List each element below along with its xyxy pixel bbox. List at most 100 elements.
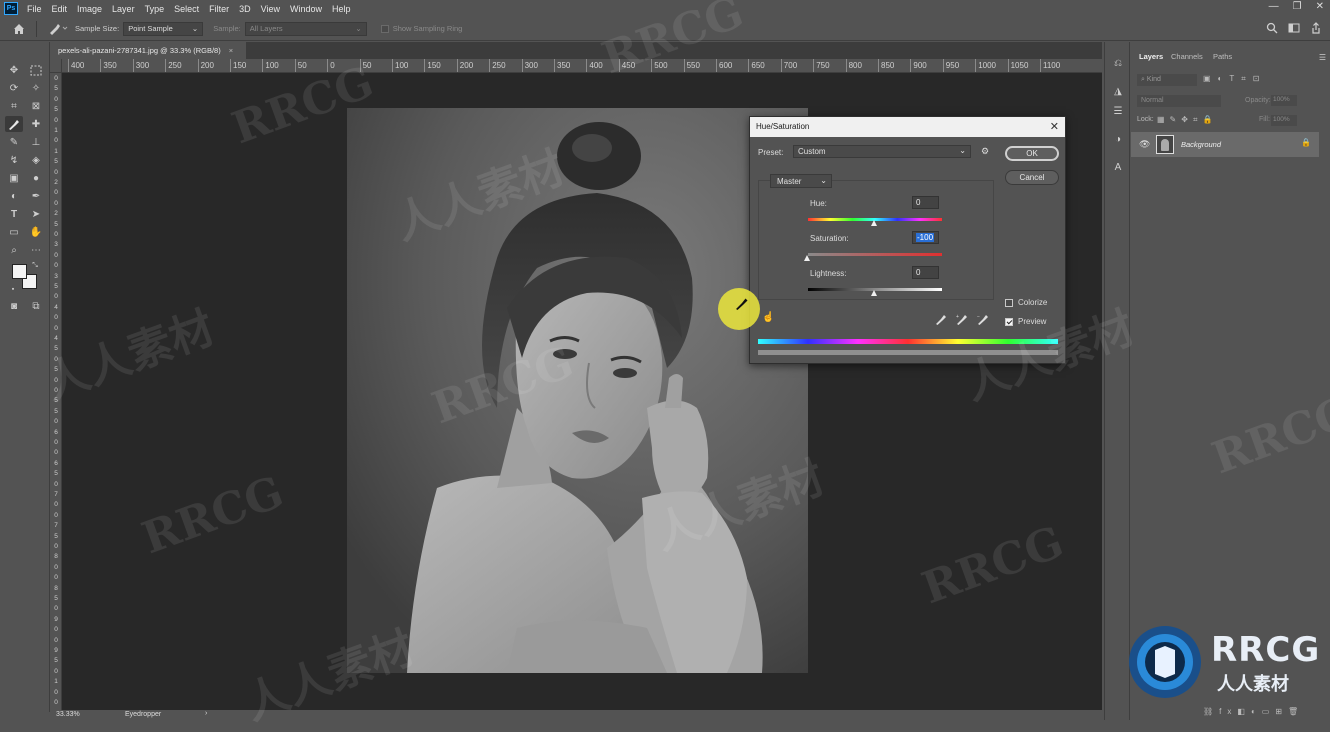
close-tab-icon[interactable]: ×: [229, 46, 233, 55]
menu-image[interactable]: Image: [72, 4, 107, 14]
minimize-icon[interactable]: —: [1269, 1, 1279, 12]
gradient-tool-icon[interactable]: ▣: [5, 170, 23, 186]
swap-colors-icon[interactable]: ⤡: [30, 261, 40, 271]
ruler-tick-label: 250: [165, 59, 182, 72]
dodge-tool-icon[interactable]: ◐: [5, 188, 23, 204]
menu-3d[interactable]: 3D: [234, 4, 256, 14]
more-tools-icon[interactable]: ⋯: [27, 242, 45, 258]
tab-channels[interactable]: Channels: [1171, 52, 1203, 61]
character-panel-icon[interactable]: A: [1110, 162, 1126, 176]
screen-mode-icon[interactable]: ⧉: [27, 298, 45, 314]
adjustments-panel-icon[interactable]: ◮: [1110, 86, 1126, 100]
zoom-tool-icon[interactable]: ⌕: [5, 242, 23, 258]
visibility-eye-icon[interactable]: 👁: [1139, 139, 1150, 150]
saturation-slider-thumb[interactable]: [804, 255, 810, 261]
layers-footer-icons[interactable]: ⛓fx◧◐▭⊞🗑: [1203, 707, 1304, 716]
sample-select[interactable]: All Layers ⌄: [244, 21, 367, 36]
stamp-tool-icon[interactable]: ⊥: [27, 134, 45, 150]
menu-edit[interactable]: Edit: [47, 4, 73, 14]
move-tool-icon[interactable]: ✥: [5, 62, 23, 78]
pen-tool-icon[interactable]: ✒: [27, 188, 45, 204]
color-panel-icon[interactable]: ◑: [1110, 134, 1126, 148]
menu-type[interactable]: Type: [140, 4, 170, 14]
panel-menu-icon[interactable]: ☰: [1319, 53, 1326, 62]
ok-button[interactable]: OK: [1005, 146, 1059, 161]
preview-label[interactable]: Preview: [1018, 317, 1046, 326]
lasso-tool-icon[interactable]: ⟳: [5, 80, 23, 96]
layer-name[interactable]: Background: [1181, 140, 1221, 149]
layer-row[interactable]: 👁 Background 🔒: [1131, 132, 1319, 157]
workspace-icon[interactable]: [1288, 22, 1300, 36]
menu-select[interactable]: Select: [169, 4, 204, 14]
status-menu-arrow-icon[interactable]: ›: [205, 710, 207, 717]
shape-tool-icon[interactable]: ▭: [5, 224, 23, 240]
menu-file[interactable]: File: [22, 4, 47, 14]
menu-filter[interactable]: Filter: [204, 4, 234, 14]
dialog-title-bar[interactable]: Hue/Saturation ✕: [750, 117, 1065, 137]
quick-mask-icon[interactable]: ◙: [5, 298, 23, 314]
eyedropper-preset-icon[interactable]: [47, 21, 69, 37]
vertical-ruler[interactable]: 0 5 0 5 0 1 0 1 5 0 2 0 0 2 5 0 3 0 0 3 5 0 4 0 0 4 5 0 5 0 0 5 5 0 6 0 0 6 5 0…: [50, 73, 62, 711]
sample-size-select[interactable]: Point Sample ⌄: [123, 21, 204, 36]
opacity-value[interactable]: 100%: [1271, 95, 1297, 106]
menu-help[interactable]: Help: [327, 4, 356, 14]
eyedropper-add-icon[interactable]: +: [956, 313, 968, 327]
blur-tool-icon[interactable]: ●: [27, 170, 45, 186]
healing-brush-tool-icon[interactable]: ✚: [27, 116, 45, 132]
preset-select[interactable]: Custom ⌄: [793, 145, 971, 158]
foreground-color-swatch[interactable]: [12, 264, 27, 279]
properties-panel-icon[interactable]: ☰: [1110, 106, 1126, 120]
document-tab[interactable]: pexels-ali-pazani-2787341.jpg @ 33.3% (R…: [50, 42, 246, 59]
eyedropper-tool-icon[interactable]: [5, 116, 23, 132]
hand-tool-icon[interactable]: ✋: [27, 224, 45, 240]
layer-filter-kind[interactable]: ⌕ Kind: [1137, 74, 1197, 86]
brush-tool-icon[interactable]: ✎: [5, 134, 23, 150]
frame-tool-icon[interactable]: ⊠: [27, 98, 45, 114]
crop-tool-icon[interactable]: ⌗: [5, 98, 23, 114]
home-icon[interactable]: [12, 22, 26, 36]
channel-select[interactable]: Master ⌄: [770, 174, 832, 188]
eyedropper-icon[interactable]: [935, 313, 947, 327]
history-panel-icon[interactable]: ⎌: [1110, 58, 1126, 72]
history-brush-tool-icon[interactable]: ↯: [5, 152, 23, 168]
on-image-adjustment-icon[interactable]: ☝: [762, 312, 774, 323]
cancel-button[interactable]: Cancel: [1005, 170, 1059, 185]
default-colors-icon[interactable]: ▪: [8, 284, 18, 294]
path-selection-tool-icon[interactable]: ➤: [27, 206, 45, 222]
type-tool-icon[interactable]: T: [5, 206, 23, 222]
menu-window[interactable]: Window: [285, 4, 327, 14]
menu-view[interactable]: View: [256, 4, 285, 14]
preview-checkbox[interactable]: [1005, 318, 1013, 326]
show-sampling-ring-checkbox[interactable]: [380, 24, 389, 33]
hue-input[interactable]: 0: [912, 196, 939, 209]
preset-options-gear-icon[interactable]: ⚙: [981, 146, 989, 157]
share-icon[interactable]: [1310, 22, 1322, 36]
magic-wand-tool-icon[interactable]: ✧: [27, 80, 45, 96]
restore-icon[interactable]: ❐: [1293, 1, 1302, 12]
window-close-icon[interactable]: ✕: [1316, 1, 1324, 12]
zoom-level[interactable]: 33.33%: [56, 711, 80, 718]
ruler-origin[interactable]: [50, 59, 62, 73]
colorize-checkbox[interactable]: [1005, 299, 1013, 307]
marquee-tool-icon[interactable]: [27, 62, 45, 78]
ruler-tick-label: 0: [54, 626, 58, 634]
lightness-input[interactable]: 0: [912, 266, 939, 279]
hue-slider-thumb[interactable]: [871, 220, 877, 226]
fill-value[interactable]: 100%: [1271, 115, 1297, 126]
colorize-label[interactable]: Colorize: [1018, 298, 1047, 307]
eyedropper-subtract-icon[interactable]: −: [977, 313, 989, 327]
lightness-slider-thumb[interactable]: [871, 290, 877, 296]
close-icon[interactable]: ✕: [1050, 120, 1059, 133]
tab-paths[interactable]: Paths: [1213, 52, 1232, 61]
document-image[interactable]: [347, 108, 808, 673]
search-icon[interactable]: [1266, 22, 1278, 36]
saturation-slider-track[interactable]: [808, 253, 942, 256]
layer-filter-icons[interactable]: ▣◐T⌗⊡: [1203, 74, 1267, 84]
tab-layers[interactable]: Layers: [1139, 52, 1163, 61]
blend-mode-select[interactable]: Normal: [1137, 95, 1221, 107]
menu-layer[interactable]: Layer: [107, 4, 140, 14]
saturation-input[interactable]: -100: [912, 231, 939, 244]
horizontal-ruler[interactable]: 400 350 300 250 200 150 100 50 0 50 100 150 200 250 30…: [62, 59, 1102, 73]
lock-icons[interactable]: ▦✎✥⌗🔒: [1157, 115, 1217, 125]
eraser-tool-icon[interactable]: ◈: [27, 152, 45, 168]
